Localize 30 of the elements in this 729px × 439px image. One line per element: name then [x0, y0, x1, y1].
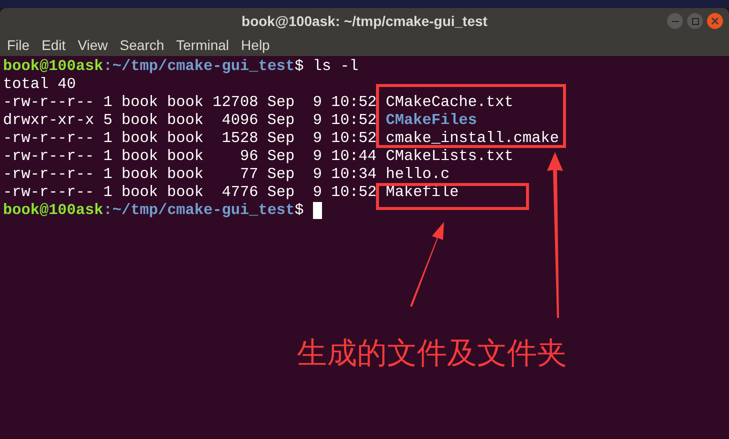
menu-item[interactable]: File: [7, 34, 30, 56]
window-title: book@100ask: ~/tmp/cmake-gui_test: [242, 12, 488, 31]
menu-item[interactable]: Terminal: [176, 34, 230, 56]
prompt-path: :~/tmp/cmake-gui_test: [103, 201, 295, 219]
minimize-icon[interactable]: [667, 13, 683, 29]
menu-item[interactable]: Edit: [42, 34, 66, 56]
file-info: -rw-r--r-- 1 book book 1528 Sep 9 10:52: [3, 129, 378, 147]
file-info: -rw-r--r-- 1 book book 77 Sep 9 10:34: [3, 165, 378, 183]
prompt-path: :~/tmp/cmake-gui_test: [103, 57, 295, 75]
menu-item[interactable]: View: [78, 34, 108, 56]
file-name: CMakeLists.txt: [386, 147, 514, 165]
command-text: $ ls -l: [294, 57, 358, 75]
menu-item[interactable]: Help: [241, 34, 270, 56]
annotation-caption: 生成的文件及文件夹: [297, 336, 567, 372]
menu-item[interactable]: Search: [120, 34, 164, 56]
prompt-user: book@100ask: [3, 201, 104, 219]
file-name: cmake_install.cmake: [386, 129, 559, 147]
prompt-user: book@100ask: [3, 57, 104, 75]
maximize-icon[interactable]: [687, 13, 703, 29]
file-info: -rw-r--r-- 1 book book 4776 Sep 9 10:52: [3, 183, 378, 201]
output-text: total 40: [3, 75, 76, 93]
command-text: $: [294, 201, 304, 219]
file-info: drwxr-xr-x 5 book book 4096 Sep 9 10:52: [3, 111, 378, 129]
file-name: Makefile: [386, 183, 459, 201]
file-info: -rw-r--r-- 1 book book 96 Sep 9 10:44: [3, 147, 378, 165]
directory-name: CMakeFiles: [386, 111, 477, 129]
close-icon[interactable]: [707, 13, 723, 29]
file-name: CMakeCache.txt: [386, 93, 514, 111]
file-name: hello.c: [386, 165, 450, 183]
file-info: -rw-r--r-- 1 book book 12708 Sep 9 10:52: [3, 93, 378, 111]
